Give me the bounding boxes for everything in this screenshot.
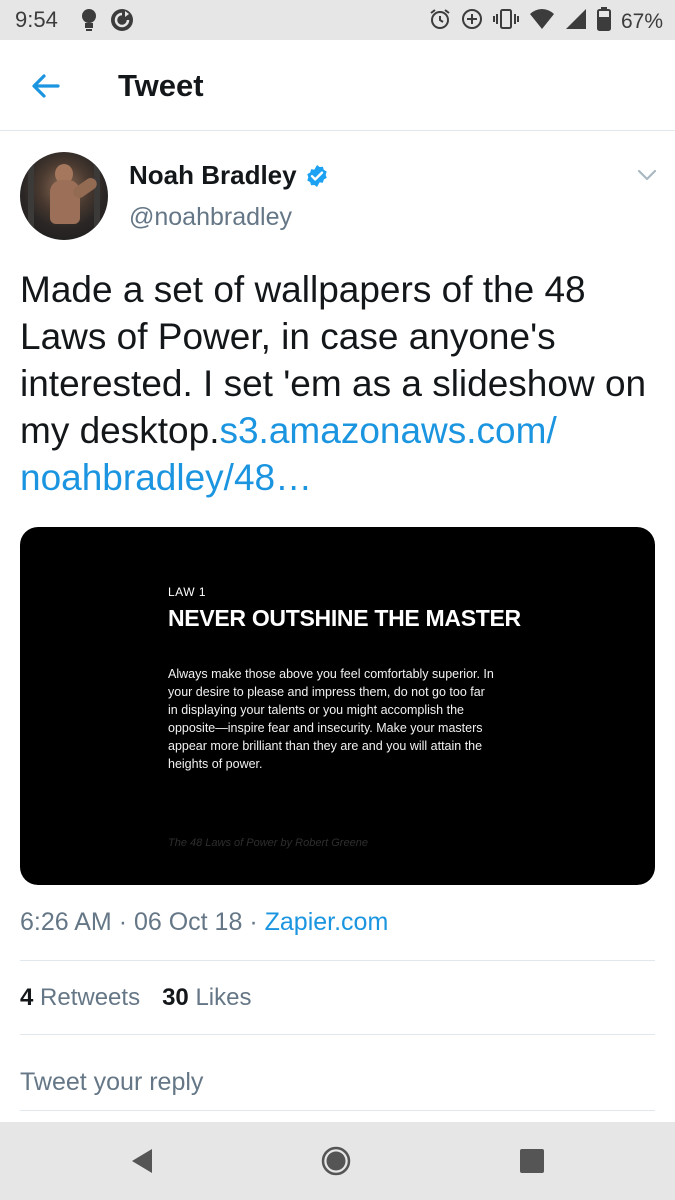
wifi-icon [529,8,555,36]
retweets-stat[interactable]: 4 Retweets [20,984,140,1012]
page-title: Tweet [118,68,204,103]
overview-square-icon [520,1149,544,1173]
arrow-left-icon [32,74,60,98]
author-name[interactable]: Noah Bradley [129,160,329,191]
lightbulb-icon [80,8,98,37]
retweets-count: 4 [20,984,34,1011]
chevron-down-icon [637,169,657,181]
signal-icon [565,8,587,36]
meta-separator: · [249,908,258,936]
law-title: NEVER OUTSHINE THE MASTER [168,605,521,631]
law-number: LAW 1 [168,585,207,599]
law-credit: The 48 Laws of Power by Robert Greene [168,837,368,849]
avatar[interactable] [20,152,108,240]
author-handle[interactable]: @noahbradley [129,203,292,232]
reply-input[interactable]: Tweet your reply [20,1068,203,1097]
retweets-label: Retweets [40,984,141,1011]
tweet-source-link[interactable]: Zapier.com [265,908,389,936]
app-bar: Tweet [0,40,675,131]
vibrate-icon [492,8,519,36]
law-body: Always make those above you feel comfort… [168,667,494,771]
author-name-text: Noah Bradley [129,160,297,190]
divider [20,1034,655,1035]
battery-icon [596,7,611,37]
nav-home-button[interactable] [321,1146,351,1176]
tweet-meta: 6:26 AM · 06 Oct 18 · Zapier.com [20,908,388,937]
divider [20,1110,655,1111]
likes-count: 30 [162,984,189,1011]
nav-overview-button[interactable] [517,1146,547,1176]
tweet-image[interactable]: LAW 1 NEVER OUTSHINE THE MASTER Always m… [20,527,655,885]
status-bar: 9:54 67% [0,0,675,40]
tweet-stats: 4 Retweets 30 Likes [20,984,251,1012]
likes-stat[interactable]: 30 Likes [162,984,251,1012]
divider [20,960,655,961]
refresh-icon [110,8,134,37]
back-triangle-icon [132,1149,152,1173]
meta-separator: · [118,908,128,936]
likes-label: Likes [195,984,252,1011]
tweet-date: 06 Oct 18 [133,908,243,936]
battery-percent: 67% [620,10,663,33]
data-saver-icon [461,8,483,36]
back-button[interactable] [28,68,64,104]
tweet-options-button[interactable] [636,164,658,186]
status-time: 9:54 [15,7,58,32]
tweet-text: Made a set of wallpapers of the 48 Laws … [20,266,660,501]
alarm-icon [429,8,451,36]
tweet-time: 6:26 AM [20,908,112,936]
nav-back-button[interactable] [128,1146,158,1176]
verified-badge-icon [306,164,327,187]
home-circle-icon [321,1146,351,1176]
system-nav-bar [0,1122,675,1200]
